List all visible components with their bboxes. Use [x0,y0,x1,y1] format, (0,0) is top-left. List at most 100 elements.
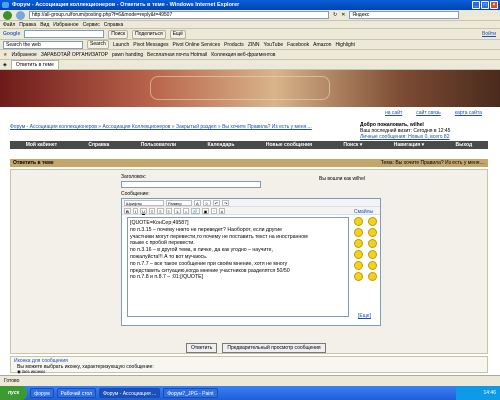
address-input[interactable]: http://all-group.ru/forum/posting.php?f=… [29,11,329,19]
tab-active[interactable]: Ответить в теме [10,60,59,69]
smiley-icon[interactable] [354,272,363,281]
menu-edit[interactable]: Правка [19,22,36,28]
smiley-icon[interactable] [368,261,377,270]
favorites-star-icon[interactable]: ★ [3,52,7,58]
link-icon[interactable]: 🔗 [190,207,200,214]
smiley-icon[interactable] [354,250,363,259]
nav-search[interactable]: Поиск ▾ [343,141,362,149]
size-select[interactable]: Размер [166,199,192,206]
nav-help[interactable]: Справка [88,141,109,149]
message-textarea[interactable]: [QUOTE=КонСер;49587] по п.3.15 – почему … [127,217,349,317]
image-icon[interactable]: ▣ [201,207,210,214]
refresh-icon[interactable]: ↻ [333,12,337,18]
nav-navigation[interactable]: Навигация ▾ [394,141,424,149]
undo-icon[interactable]: ↶ [212,199,221,206]
font-select[interactable]: Шрифты [124,199,164,206]
align-center-icon[interactable]: ≡ [157,207,164,214]
smiley-icon[interactable] [368,217,377,226]
toolbar-pivot-messages[interactable]: Pivot Messages [133,42,168,48]
list-bullet-icon[interactable]: • [183,207,189,214]
menu-bar: Файл Правка Вид Избранное Сервис Справка [0,21,500,29]
menu-help[interactable]: Справка [104,22,124,28]
google-search-input[interactable] [24,30,105,38]
more-smilies-link[interactable]: [Еще] [358,313,371,319]
google-share-button[interactable]: Поделиться [132,29,166,39]
menu-favorites[interactable]: Избранное [53,22,78,28]
reply-form: Заголовок: Вы вошли как wilhel Сообщение… [10,169,488,354]
favorites-link-1[interactable]: ЗАРАБОТАЙ ОРГАНИЗАТОР [41,52,108,58]
menu-view[interactable]: Вид [40,22,49,28]
task-forum[interactable]: форум [30,388,54,398]
smiley-icon[interactable] [368,228,377,237]
toolbar-youtube[interactable]: YouTube [263,42,283,48]
color-picker-icon[interactable]: A [194,199,201,206]
toolbar-facebook[interactable]: Facebook [287,42,309,48]
redo-icon[interactable]: ↷ [222,199,230,206]
stop-icon[interactable]: ✕ [341,12,345,18]
search-input[interactable]: Яндекс [349,11,460,19]
title-input[interactable] [121,181,261,188]
link-sitemap[interactable]: карта сайта [455,110,482,116]
forward-button[interactable] [16,10,25,20]
bold-icon[interactable]: B [124,207,131,214]
google-login-link[interactable]: Войти [482,31,496,37]
align-right-icon[interactable]: ≡ [165,207,172,214]
align-left-icon[interactable]: ≡ [148,207,156,214]
minimize-button[interactable]: _ [472,1,480,9]
toolbar-products[interactable]: Products [224,42,244,48]
favorites-link-0[interactable]: Избранное [11,52,36,58]
web-search-button[interactable]: Search [87,40,109,49]
smiley-picker-icon[interactable]: ☺ [202,199,211,206]
task-paint[interactable]: Форум7_JPG - Paint [163,388,218,398]
submit-reply-button[interactable]: Ответить [186,343,218,353]
extra-toolbar: Search the web Search Launch Pivot Messa… [0,40,500,50]
taskbar: пуск форум Рабочий стол Форум - Ассоциац… [0,386,500,400]
smiley-icon[interactable] [354,217,363,226]
menu-tools[interactable]: Сервис [83,22,100,28]
google-more-button[interactable]: Ещё [169,29,186,39]
favorites-link-2[interactable]: pawn handing [112,52,143,58]
task-desktop[interactable]: Рабочий стол [56,388,97,398]
italic-icon[interactable]: I [132,207,139,214]
smiley-icon[interactable] [368,239,377,248]
message-label: Сообщение: [121,191,150,197]
maximize-button[interactable]: □ [481,1,489,9]
favorites-link-4[interactable]: Коллекция веб-фрагментов [211,52,275,58]
smiley-icon[interactable] [354,239,363,248]
toolbar-launch[interactable]: Launch [113,42,129,48]
web-search-input[interactable]: Search the web [3,40,83,49]
smiley-icon[interactable] [354,228,363,237]
logged-as: Вы вошли как wilhel [319,176,365,182]
underline-icon[interactable]: U [140,207,147,214]
nav-my-cabinet[interactable]: Мой кабинет [26,141,57,149]
section-topic: Тема: Вы хочите Правила? Из есть у меня.… [380,160,485,166]
smiley-icon[interactable] [368,250,377,259]
nav-new-posts[interactable]: Новые сообщения [266,141,312,149]
link-contact[interactable]: сайт связь [416,110,440,116]
private-messages-link[interactable]: Личные сообщения: Новых 0, всего 82 [360,134,490,140]
start-button[interactable]: пуск [0,386,28,400]
nav-logout[interactable]: Выход [456,141,473,149]
toolbar-pivot-services[interactable]: Pivot Online Services [173,42,221,48]
close-button[interactable]: × [490,1,498,9]
google-search-button[interactable]: Поиск [108,29,129,39]
toolbar-amazon[interactable]: Amazon [313,42,331,48]
preview-button[interactable]: Предварительный просмотр сообщения [222,343,326,353]
favorites-link-3[interactable]: Бесплатная почта Hotmail [147,52,207,58]
breadcrumb[interactable]: Форум - Ассоциация коллекционеров » Ассо… [10,124,350,130]
quote-icon[interactable]: “ [211,207,217,214]
editor-toolbar-1: Шрифты Размер A ☺ ↶ ↷ [122,199,380,207]
menu-file[interactable]: Файл [3,22,15,28]
nav-users[interactable]: Пользователи [141,141,176,149]
task-ie[interactable]: Форум - Ассоциация ... [99,388,161,398]
back-button[interactable] [3,10,12,20]
link-site[interactable]: на сайт [385,110,402,116]
toolbar-zinn[interactable]: ZINN [248,42,260,48]
smiley-icon[interactable] [354,261,363,270]
toolbar-highlight[interactable]: Highlight [335,42,354,48]
smiley-icon[interactable] [368,272,377,281]
code-icon[interactable]: # [218,207,226,214]
list-ordered-icon[interactable]: 1. [173,207,182,214]
nav-calendar[interactable]: Календарь [208,141,235,149]
window-title: Форум - Ассоциация коллекционеров - Отве… [12,2,240,8]
